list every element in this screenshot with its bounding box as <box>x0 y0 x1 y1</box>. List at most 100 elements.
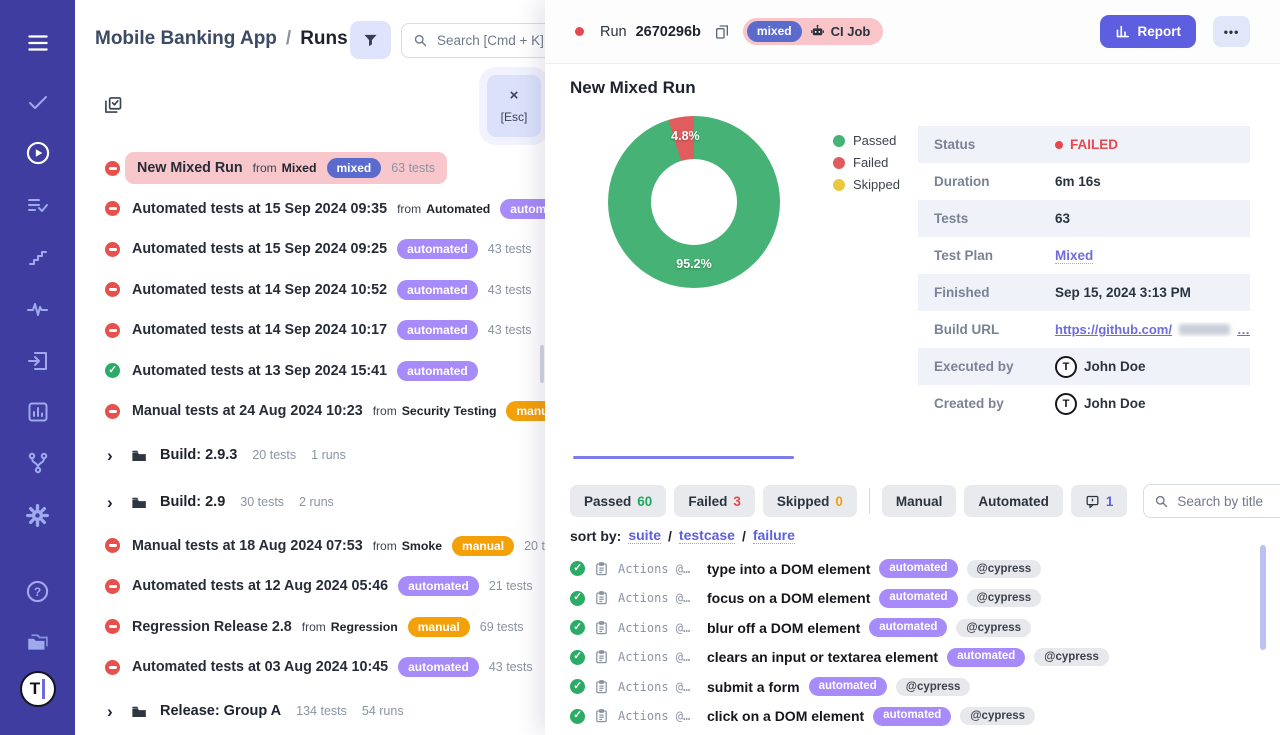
run-group-row[interactable]: › Release: Group A 134 tests 54 runs <box>75 688 545 735</box>
run-status-icon <box>105 538 120 553</box>
test-tag-badge: @cypress <box>960 707 1035 725</box>
donut-passed-percent: 95.2% <box>676 257 711 271</box>
test-row[interactable]: Actions @… clears an input or textarea e… <box>570 643 1275 673</box>
analytics-icon[interactable] <box>0 394 75 430</box>
runs-list: New Mixed Run fromMixed mixed 63 tests A… <box>75 148 545 735</box>
test-passed-icon <box>570 620 585 635</box>
test-row[interactable]: Actions @… type into a DOM element autom… <box>570 554 1275 584</box>
run-source: fromSmoke <box>373 539 442 553</box>
filter-skipped-button[interactable]: Skipped0 <box>763 485 857 517</box>
run-source: fromRegression <box>302 620 398 634</box>
detail-tab[interactable] <box>794 446 1015 459</box>
esc-label: [Esc] <box>501 110 528 124</box>
clipboard-icon <box>594 708 609 724</box>
ci-job-pill[interactable]: mixed CI Job <box>743 18 883 44</box>
settings-gear-icon[interactable] <box>0 497 75 533</box>
run-label: Run <box>600 24 627 40</box>
detail-tab[interactable] <box>1015 446 1236 459</box>
branches-icon[interactable] <box>0 445 75 481</box>
detail-label: Duration <box>934 174 1055 189</box>
test-suite-name[interactable]: Actions @… <box>618 709 698 723</box>
hamburger-menu-icon[interactable] <box>0 25 75 61</box>
test-suite-name[interactable]: Actions @… <box>618 650 698 664</box>
tests-search-box <box>1143 484 1280 518</box>
test-row[interactable]: Actions @… click on a DOM element automa… <box>570 702 1275 732</box>
breadcrumb-project[interactable]: Mobile Banking App <box>95 28 277 50</box>
test-title[interactable]: submit a form <box>707 679 800 695</box>
sort-by-testcase[interactable]: testcase <box>679 527 735 544</box>
test-title[interactable]: focus on a DOM element <box>707 590 870 606</box>
detail-tab[interactable] <box>573 446 794 459</box>
filter-failed-button[interactable]: Failed3 <box>674 485 755 517</box>
copy-run-id-button[interactable] <box>714 23 730 41</box>
sort-by-failure[interactable]: failure <box>753 527 795 544</box>
clipboard-icon <box>594 649 609 665</box>
filter-button[interactable] <box>350 21 391 59</box>
tests-search-input[interactable] <box>1177 494 1280 509</box>
run-group-title: Build: 2.9.3 <box>160 447 237 463</box>
filter-comments-button[interactable]: 1 <box>1071 485 1128 517</box>
milestones-steps-icon[interactable] <box>0 239 75 275</box>
test-suite-name[interactable]: Actions @… <box>618 621 698 635</box>
tests-list-scrollbar[interactable] <box>1260 545 1266 650</box>
test-row[interactable]: Actions @… blur off a DOM element automa… <box>570 613 1275 643</box>
workspace-logo-avatar[interactable]: T <box>0 671 75 707</box>
projects-folder-icon[interactable] <box>0 624 75 660</box>
run-row[interactable]: Automated tests at 03 Aug 2024 10:45 fro… <box>75 647 545 688</box>
run-group-row[interactable]: › Build: 2.9 30 tests 2 runs <box>75 479 545 526</box>
run-row[interactable]: Regression Release 2.8 fromRegression ma… <box>75 607 545 648</box>
report-button[interactable]: Report <box>1100 15 1197 48</box>
test-title[interactable]: clears an input or textarea element <box>707 649 938 665</box>
runs-search-input[interactable] <box>437 33 545 48</box>
run-row[interactable]: Manual tests at 18 Aug 2024 07:53 fromSm… <box>75 526 545 567</box>
close-panel-button[interactable]: × [Esc] <box>487 75 541 137</box>
run-row[interactable]: Manual tests at 24 Aug 2024 10:23 fromSe… <box>75 391 545 432</box>
bar-chart-icon <box>1115 24 1130 39</box>
detail-row: Tests T 63 <box>918 200 1250 237</box>
test-plans-icon[interactable] <box>0 188 75 224</box>
import-icon[interactable] <box>0 343 75 379</box>
filter-manual-button[interactable]: Manual <box>882 485 957 517</box>
test-tag-badge: @cypress <box>956 619 1031 637</box>
more-actions-button[interactable]: ••• <box>1213 16 1250 47</box>
run-group-row[interactable]: › Build: 2.9.3 20 tests 1 runs <box>75 432 545 479</box>
run-row[interactable]: Automated tests at 12 Aug 2024 05:46 fro… <box>75 566 545 607</box>
test-title[interactable]: type into a DOM element <box>707 561 870 577</box>
test-tag-badge: @cypress <box>967 560 1042 578</box>
run-row[interactable]: Automated tests at 14 Sep 2024 10:52 fro… <box>75 270 545 311</box>
multi-select-icon[interactable] <box>103 95 123 115</box>
run-row[interactable]: New Mixed Run fromMixed mixed 63 tests <box>75 148 545 189</box>
test-suite-name[interactable]: Actions @… <box>618 562 698 576</box>
legend-dot-icon <box>833 157 845 169</box>
run-title: Automated tests at 13 Sep 2024 15:41 <box>132 363 387 379</box>
sort-bar: sort by: suite / testcase / failure <box>570 527 795 544</box>
detail-label: Test Plan <box>934 248 1055 263</box>
test-title[interactable]: blur off a DOM element <box>707 620 860 636</box>
runs-list-scrollbar[interactable] <box>540 345 544 383</box>
sort-by-suite[interactable]: suite <box>628 527 661 544</box>
test-row[interactable]: Actions @… submit a form automated @cypr… <box>570 672 1275 702</box>
test-suite-name[interactable]: Actions @… <box>618 591 698 605</box>
tasks-check-icon[interactable] <box>0 84 75 120</box>
chevron-right-icon[interactable]: › <box>107 703 119 720</box>
filter-passed-button[interactable]: Passed60 <box>570 485 666 517</box>
detail-label: Tests <box>934 211 1055 226</box>
runs-filter-tabs <box>103 95 271 115</box>
test-suite-name[interactable]: Actions @… <box>618 680 698 694</box>
pulse-activity-icon[interactable] <box>0 291 75 327</box>
run-row[interactable]: Automated tests at 15 Sep 2024 09:35 fro… <box>75 189 545 230</box>
chevron-right-icon[interactable]: › <box>107 494 119 511</box>
run-group-tests-count: 134 tests <box>296 704 347 718</box>
help-icon[interactable]: ? <box>0 573 75 609</box>
search-icon <box>1154 494 1169 509</box>
run-row[interactable]: Automated tests at 15 Sep 2024 09:25 fro… <box>75 229 545 270</box>
test-title[interactable]: click on a DOM element <box>707 708 864 724</box>
chevron-right-icon[interactable]: › <box>107 447 119 464</box>
test-row[interactable]: Actions @… focus on a DOM element automa… <box>570 584 1275 614</box>
run-row[interactable]: Automated tests at 14 Sep 2024 10:17 fro… <box>75 310 545 351</box>
filter-automated-button[interactable]: Automated <box>964 485 1063 517</box>
breadcrumb: Mobile Banking App / Runs <box>95 28 348 50</box>
runs-play-icon[interactable] <box>0 135 75 171</box>
run-status-icon <box>105 579 120 594</box>
run-row[interactable]: Automated tests at 13 Sep 2024 15:41 fro… <box>75 351 545 392</box>
